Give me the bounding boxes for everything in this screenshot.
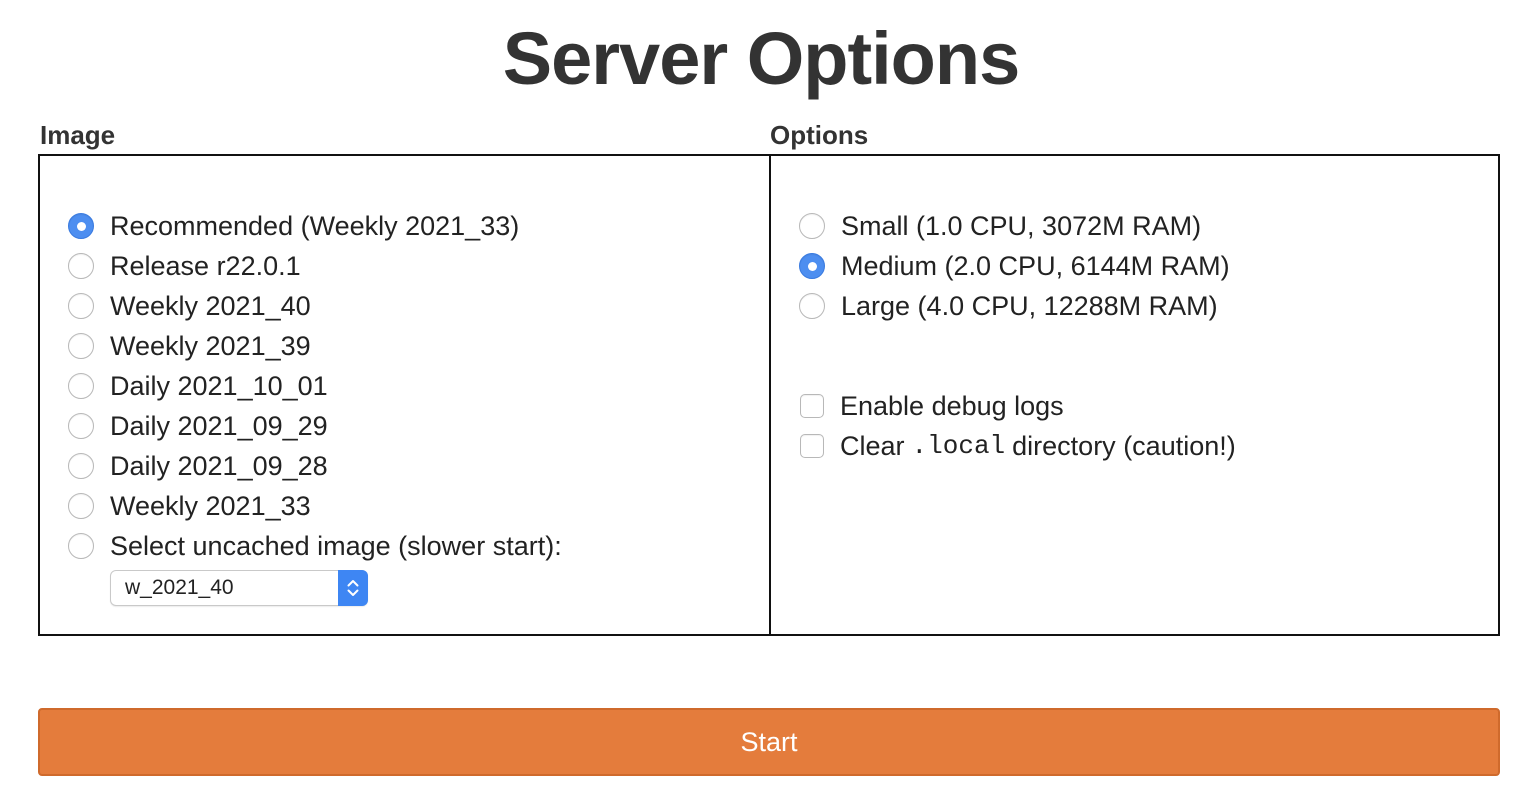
clear-local-label-before: Clear xyxy=(840,430,905,461)
start-button[interactable]: Start xyxy=(38,708,1500,776)
size-radio-medium[interactable] xyxy=(799,253,825,279)
image-radio-weekly-40[interactable] xyxy=(68,293,94,319)
chevron-up-down-icon-svg xyxy=(347,580,359,596)
debug-logs-checkbox[interactable] xyxy=(800,394,824,418)
image-radio-daily-10-01[interactable] xyxy=(68,373,94,399)
size-choice-list: Small (1.0 CPU, 3072M RAM) Medium (2.0 C… xyxy=(799,206,1230,326)
image-radio-daily-09-28[interactable] xyxy=(68,453,94,479)
image-option-daily-09-28[interactable]: Daily 2021_09_28 xyxy=(68,446,562,486)
clear-local-label-after: directory (caution!) xyxy=(1012,430,1236,461)
options-panel: Small (1.0 CPU, 3072M RAM) Medium (2.0 C… xyxy=(771,156,1498,634)
size-option-large[interactable]: Large (4.0 CPU, 12288M RAM) xyxy=(799,286,1230,326)
image-radio-release[interactable] xyxy=(68,253,94,279)
image-radio-recommended[interactable] xyxy=(68,213,94,239)
image-radio-weekly-33[interactable] xyxy=(68,493,94,519)
image-option-weekly-40[interactable]: Weekly 2021_40 xyxy=(68,286,562,326)
clear-local-code: .local xyxy=(911,431,1006,461)
image-option-label: Weekly 2021_39 xyxy=(110,330,311,361)
size-radio-large[interactable] xyxy=(799,293,825,319)
size-option-label: Medium (2.0 CPU, 6144M RAM) xyxy=(841,250,1230,281)
flag-choice-list: Enable debug logs Clear .local directory… xyxy=(799,386,1236,466)
image-option-weekly-33[interactable]: Weekly 2021_33 xyxy=(68,486,562,526)
options-form-table: Recommended (Weekly 2021_33) Release r22… xyxy=(38,154,1500,636)
image-option-uncached[interactable]: Select uncached image (slower start): xyxy=(68,526,562,566)
image-option-label: Daily 2021_09_28 xyxy=(110,450,328,481)
image-option-release[interactable]: Release r22.0.1 xyxy=(68,246,562,286)
image-option-weekly-39[interactable]: Weekly 2021_39 xyxy=(68,326,562,366)
size-option-medium[interactable]: Medium (2.0 CPU, 6144M RAM) xyxy=(799,246,1230,286)
image-option-label: Weekly 2021_33 xyxy=(110,490,311,521)
image-option-label: Release r22.0.1 xyxy=(110,250,301,281)
clear-local-option[interactable]: Clear .local directory (caution!) xyxy=(799,426,1236,466)
uncached-image-select-value: w_2021_40 xyxy=(125,576,234,599)
image-panel: Recommended (Weekly 2021_33) Release r22… xyxy=(40,156,771,634)
clear-local-checkbox[interactable] xyxy=(800,434,824,458)
image-option-recommended[interactable]: Recommended (Weekly 2021_33) xyxy=(68,206,562,246)
size-option-small[interactable]: Small (1.0 CPU, 3072M RAM) xyxy=(799,206,1230,246)
size-radio-small[interactable] xyxy=(799,213,825,239)
image-option-daily-09-29[interactable]: Daily 2021_09_29 xyxy=(68,406,562,446)
image-radio-uncached[interactable] xyxy=(68,533,94,559)
page-title: Server Options xyxy=(502,17,1021,100)
image-option-label: Daily 2021_09_29 xyxy=(110,410,328,441)
size-option-label: Large (4.0 CPU, 12288M RAM) xyxy=(841,290,1218,321)
debug-logs-label: Enable debug logs xyxy=(840,390,1064,421)
image-radio-daily-09-29[interactable] xyxy=(68,413,94,439)
uncached-image-select[interactable]: w_2021_40 xyxy=(110,570,368,606)
image-radio-weekly-39[interactable] xyxy=(68,333,94,359)
image-option-label: Recommended (Weekly 2021_33) xyxy=(110,210,520,241)
image-option-daily-10-01[interactable]: Daily 2021_10_01 xyxy=(68,366,562,406)
image-heading: Image xyxy=(40,120,116,150)
image-option-label: Select uncached image (slower start): xyxy=(110,530,562,561)
chevron-up-down-icon[interactable] xyxy=(338,570,368,606)
image-option-label: Weekly 2021_40 xyxy=(110,290,311,321)
image-option-label: Daily 2021_10_01 xyxy=(110,370,328,401)
size-option-label: Small (1.0 CPU, 3072M RAM) xyxy=(841,210,1202,241)
image-choice-list: Recommended (Weekly 2021_33) Release r22… xyxy=(68,206,562,566)
options-heading: Options xyxy=(770,120,869,150)
debug-logs-option[interactable]: Enable debug logs xyxy=(799,386,1236,426)
